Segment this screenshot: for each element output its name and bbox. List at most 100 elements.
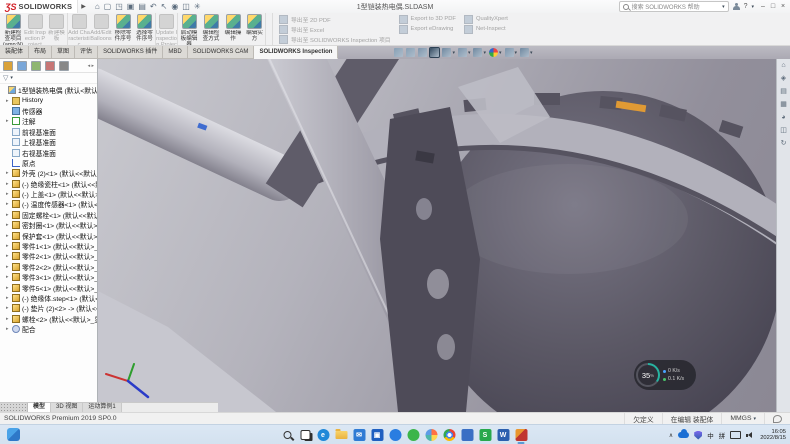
tree-item[interactable]: ▸(-) 垫片 (2)<2> -> (默认<<默认> <box>0 303 97 313</box>
view-tab-模型[interactable]: 模型 <box>28 403 51 412</box>
help-caret-icon[interactable]: ▾ <box>751 4 754 10</box>
edit-appearance-icon[interactable]: ▾ <box>489 48 502 57</box>
select-icon[interactable]: ↖ <box>161 0 168 13</box>
wps-icon[interactable]: S <box>478 427 493 443</box>
propertymanager-tab[interactable] <box>17 61 27 71</box>
ribbon-button[interactable]: 编辑实方 <box>244 13 266 45</box>
tree-item[interactable]: 传感器 <box>0 106 97 116</box>
tree-item[interactable]: ▸(-) 温度传感器<1> (默认<<默认>_ <box>0 199 97 209</box>
tab-评估[interactable]: 评估 <box>75 46 98 59</box>
filter-caret-icon[interactable]: ▾ <box>10 75 13 81</box>
mail-icon[interactable]: ✉ <box>352 427 367 443</box>
ime-mode-indicator[interactable]: 中 <box>707 430 714 440</box>
solidworks-taskbar-icon[interactable] <box>514 427 529 443</box>
widgets-icon[interactable] <box>7 428 20 441</box>
display-style-icon[interactable]: ▾ <box>458 48 471 57</box>
displaymanager-tab[interactable] <box>59 61 69 71</box>
tray-expand-icon[interactable]: ∧ <box>669 432 673 439</box>
edge-icon[interactable]: e <box>316 427 331 443</box>
zoom-fit-icon[interactable] <box>394 48 403 57</box>
ime-lang-indicator[interactable]: 拼 <box>719 430 726 440</box>
app-blue-icon[interactable] <box>388 427 403 443</box>
tree-item[interactable]: ▸零件2<1> (默认<<默认>_显示状态 <box>0 251 97 261</box>
store-icon[interactable]: ▣ <box>370 427 385 443</box>
dimxpertmanager-tab[interactable] <box>45 61 55 71</box>
search-icon[interactable] <box>280 427 295 443</box>
view-orientation-icon[interactable]: ▾ <box>442 48 455 57</box>
zoom-area-icon[interactable] <box>406 48 415 57</box>
view-orientation-icon-caret[interactable]: ▾ <box>452 50 455 56</box>
tree-item[interactable]: 前视基准面 <box>0 127 97 137</box>
start-icon[interactable] <box>262 427 277 443</box>
tab-SOLIDWORKS CAM[interactable]: SOLIDWORKS CAM <box>188 46 255 59</box>
task-view-icon[interactable] <box>298 427 313 443</box>
display-style-icon-caret[interactable]: ▾ <box>468 50 471 56</box>
options-icon[interactable]: ✳ <box>194 0 201 13</box>
section-view-icon[interactable] <box>430 48 439 57</box>
print-icon[interactable]: ▤ <box>138 0 146 13</box>
tree-item[interactable]: ▸固定螺栓<1> (默认<<默认>_显示 <box>0 210 97 220</box>
undo-icon[interactable]: ↶ <box>150 0 157 13</box>
graphics-viewport[interactable]: 35% 0 K/s 0.1 K/s <box>98 59 776 412</box>
ribbon-button[interactable]: 移除零件序号 <box>112 13 134 45</box>
tree-item[interactable]: ▸螺栓<2> (默认<<默认>_显示状态 <box>0 314 97 324</box>
tab-布局[interactable]: 布局 <box>29 46 52 59</box>
home-icon[interactable]: ⌂ <box>95 0 100 13</box>
view-tab-运动算例1[interactable]: 运动算例1 <box>83 403 121 412</box>
tree-item[interactable]: ▸History <box>0 95 97 105</box>
new-document-icon[interactable]: ▢ <box>104 0 112 13</box>
help-button[interactable]: ? <box>744 3 748 10</box>
tree-item[interactable]: ▸外壳 (2)<1> (默认<<默认>_显示状 <box>0 168 97 178</box>
net-monitor-widget[interactable]: 35% 0 K/s 0.1 K/s <box>634 360 696 390</box>
tag-indicator[interactable] <box>764 413 790 424</box>
open-icon[interactable]: ◳ <box>115 0 123 13</box>
browser-colorful-icon[interactable] <box>424 427 439 443</box>
app-green-icon[interactable] <box>406 427 421 443</box>
tree-item[interactable]: ▸(-) 上盖<1> (默认<<默认>_显示状 <box>0 189 97 199</box>
clock[interactable]: 16:05 2022/8/15 <box>760 429 786 442</box>
tree-item[interactable]: 右视基准面 <box>0 147 97 157</box>
edit-appearance-icon-caret[interactable]: ▾ <box>499 50 502 56</box>
ribbon-button[interactable]: 启动模板编辑器 <box>178 13 200 45</box>
interference-check-icon[interactable]: ◉ <box>171 0 178 13</box>
search-input[interactable]: 搜索 SOLIDWORKS 帮助 ▾ <box>619 1 729 12</box>
tree-item[interactable]: 1型铠装热电偶 (默认<默认>_显示状态-1 <box>0 85 97 95</box>
tree-item[interactable]: ▸零件5<1> (默认<<默认>_显示状态 <box>0 282 97 292</box>
phone-link-icon[interactable] <box>460 427 475 443</box>
appearances-icon[interactable]: ◕ <box>781 114 785 122</box>
security-shield-icon[interactable] <box>694 431 702 440</box>
view-tab-3D 视图[interactable]: 3D 视图 <box>51 403 83 412</box>
tab-SOLIDWORKS Inspection[interactable]: SOLIDWORKS Inspection <box>254 46 338 59</box>
restore-button[interactable]: □ <box>768 3 778 10</box>
tree-item[interactable]: ▸零件2<2> (默认<<默认>_显示状态 <box>0 262 97 272</box>
login-icon[interactable] <box>733 3 740 11</box>
tree-item[interactable]: 上视基准面 <box>0 137 97 147</box>
volume-icon[interactable] <box>746 431 755 439</box>
ribbon-button[interactable]: 编辑检查方式 <box>200 13 222 45</box>
custom-properties-icon[interactable]: ◫ <box>780 127 787 135</box>
tree-item[interactable]: ▸注解 <box>0 116 97 126</box>
close-button[interactable]: × <box>778 3 788 10</box>
tree-item[interactable]: ▸密封圈<1> (默认<<默认>_显示状 <box>0 220 97 230</box>
tree-item[interactable]: 原点 <box>0 158 97 168</box>
resources-home-icon[interactable]: ⌂ <box>781 62 785 70</box>
tab-装配体[interactable]: 装配体 <box>0 46 29 59</box>
word-icon[interactable]: W <box>496 427 511 443</box>
cast-icon[interactable] <box>730 431 741 439</box>
ribbon-button[interactable]: 新建检查项目 (amp;N) <box>2 13 24 45</box>
chrome-icon[interactable] <box>442 427 457 443</box>
tab-草图[interactable]: 草图 <box>52 46 75 59</box>
previous-view-icon[interactable] <box>418 48 427 57</box>
view-settings-icon[interactable]: ▾ <box>520 48 533 57</box>
menu-flyout-icon[interactable]: ▶ <box>81 3 86 10</box>
file-explorer-icon[interactable] <box>334 427 349 443</box>
design-library-icon[interactable]: ◈ <box>781 75 786 83</box>
tree-item[interactable]: ▸零件3<1> (默认<<默认>_显示状态 <box>0 272 97 282</box>
tab-MBD[interactable]: MBD <box>163 46 187 59</box>
lower-part[interactable] <box>98 291 276 412</box>
apply-scene-icon-caret[interactable]: ▾ <box>515 50 518 56</box>
hide-show-items-icon[interactable]: ▾ <box>473 48 486 57</box>
hide-show-items-icon-caret[interactable]: ▾ <box>483 50 486 56</box>
view-palette-icon[interactable]: ▦ <box>780 101 787 109</box>
tree-item[interactable]: ▸(-) 绝缘体.step<1> (默认<<默认 <box>0 293 97 303</box>
